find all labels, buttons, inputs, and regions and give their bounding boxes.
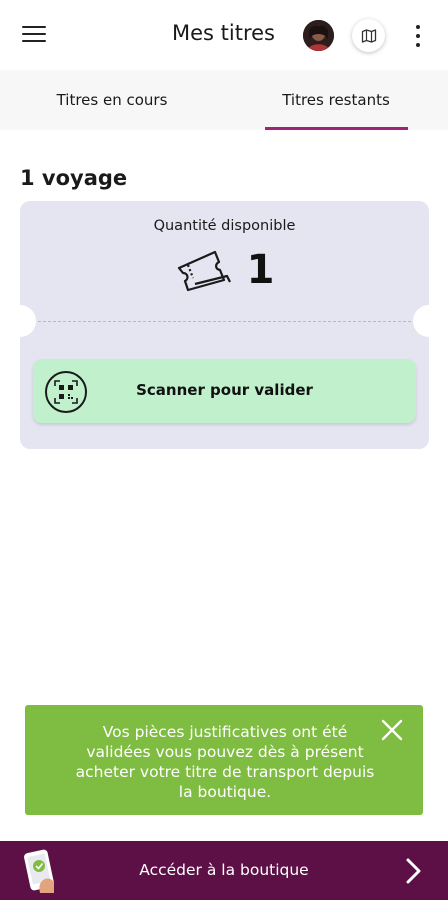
menu-line bbox=[22, 40, 46, 42]
map-icon[interactable] bbox=[352, 19, 385, 52]
section-title: 1 voyage bbox=[20, 166, 128, 190]
avatar-image bbox=[303, 20, 334, 51]
ticket-icon bbox=[177, 250, 231, 292]
menu-line bbox=[22, 26, 46, 28]
map-glyph bbox=[361, 28, 376, 43]
chevron-right-icon bbox=[406, 858, 421, 884]
page-title: Mes titres bbox=[172, 21, 275, 45]
info-toast: Vos pièces justificatives ont été validé… bbox=[25, 705, 423, 815]
user-avatar[interactable] bbox=[303, 20, 334, 51]
top-app-bar: Mes titres bbox=[0, 0, 448, 70]
scan-to-validate-button[interactable]: Scanner pour valider bbox=[33, 359, 416, 423]
toast-message: Vos pièces justificatives ont été validé… bbox=[75, 723, 375, 801]
dot bbox=[416, 43, 420, 47]
ticket-perforation bbox=[38, 321, 411, 322]
quantity-label: Quantité disponible bbox=[153, 218, 296, 234]
ticket-notch-left bbox=[4, 305, 36, 337]
close-icon[interactable] bbox=[377, 715, 407, 745]
active-tab-indicator bbox=[265, 127, 408, 130]
ticket-notch-right bbox=[413, 305, 445, 337]
shop-access-label: Accéder à la boutique bbox=[139, 861, 309, 879]
dot bbox=[416, 25, 420, 29]
tab-titres-restants[interactable]: Titres restants bbox=[224, 70, 448, 130]
dot bbox=[416, 34, 420, 38]
hamburger-menu-icon[interactable] bbox=[22, 24, 48, 44]
more-vertical-icon[interactable] bbox=[406, 22, 430, 50]
quantity-row: 1 bbox=[20, 245, 429, 295]
quantity-value: 1 bbox=[246, 247, 275, 293]
ticket-card: Quantité disponible 1 Scanner pour valid… bbox=[4, 201, 445, 449]
scan-button-label: Scanner pour valider bbox=[136, 381, 313, 399]
menu-line bbox=[22, 33, 46, 35]
close-glyph bbox=[381, 719, 403, 741]
tab-titres-en-cours[interactable]: Titres en cours bbox=[0, 70, 224, 130]
shop-access-button[interactable]: Accéder à la boutique bbox=[0, 841, 448, 900]
tab-bar: Titres en cours Titres restants bbox=[0, 70, 448, 130]
